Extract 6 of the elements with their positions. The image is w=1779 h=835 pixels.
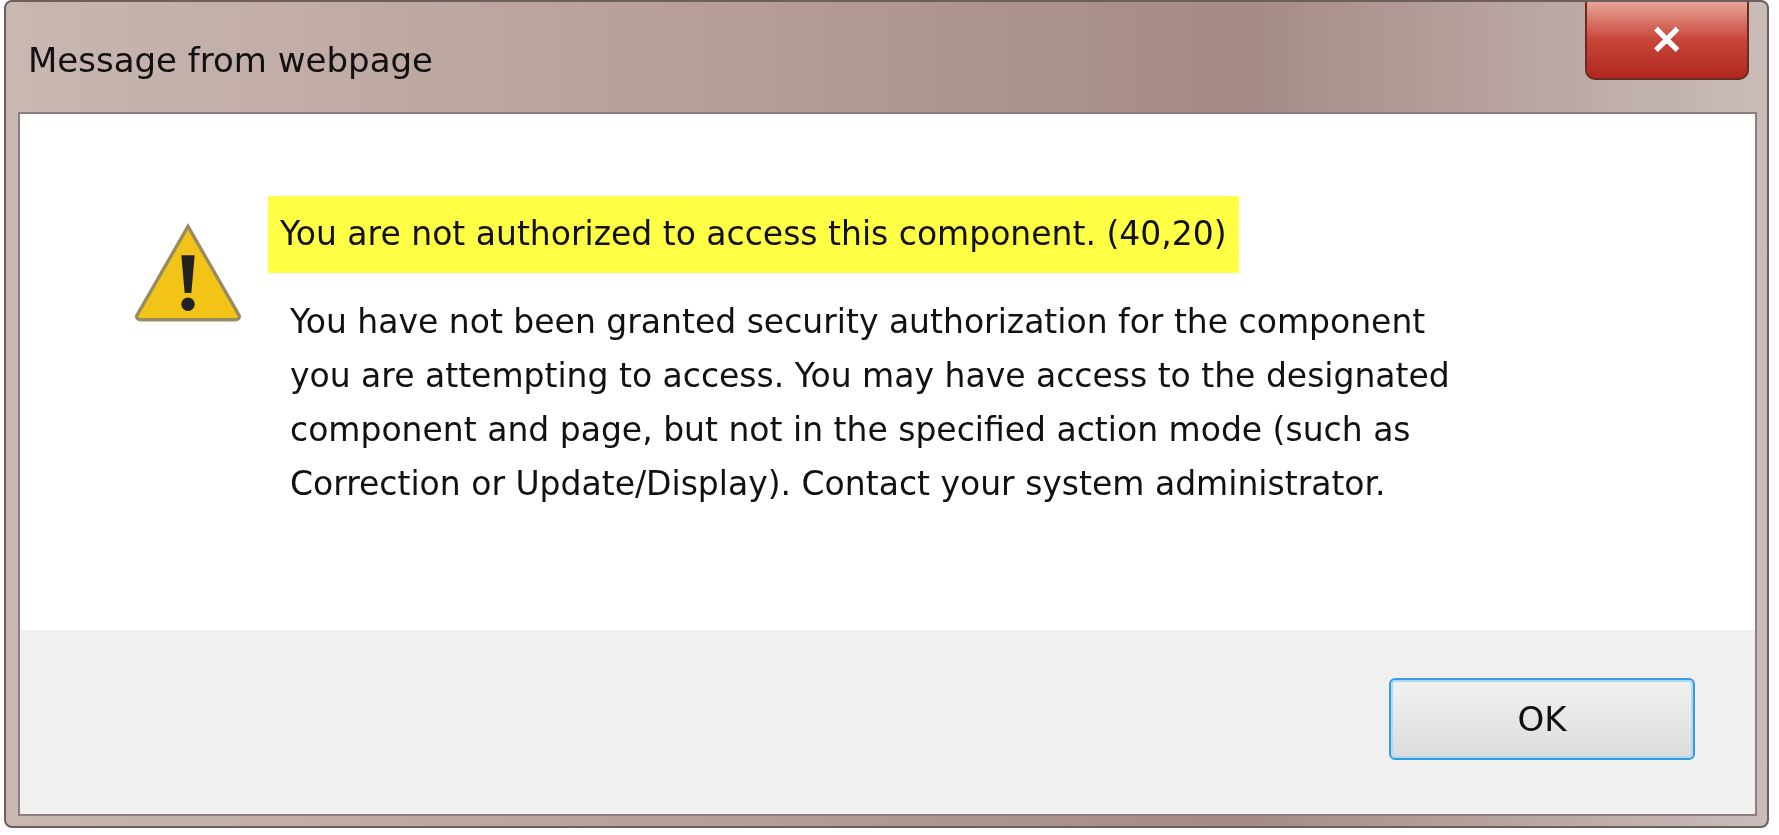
error-heading: You are not authorized to access this component. (40,20) (268, 196, 1239, 273)
close-button[interactable]: ✕ (1585, 2, 1749, 80)
error-message: You have not been granted security authorization for the component you are attempting to access. You may have access to the designated component and page, but not in the specified action mode (such as Correction or Update/Display). Contact your system administrator. (290, 301, 1450, 505)
ok-button[interactable]: OK (1389, 678, 1695, 760)
window-title: Message from webpage (28, 40, 433, 80)
warning-icon (132, 222, 244, 322)
